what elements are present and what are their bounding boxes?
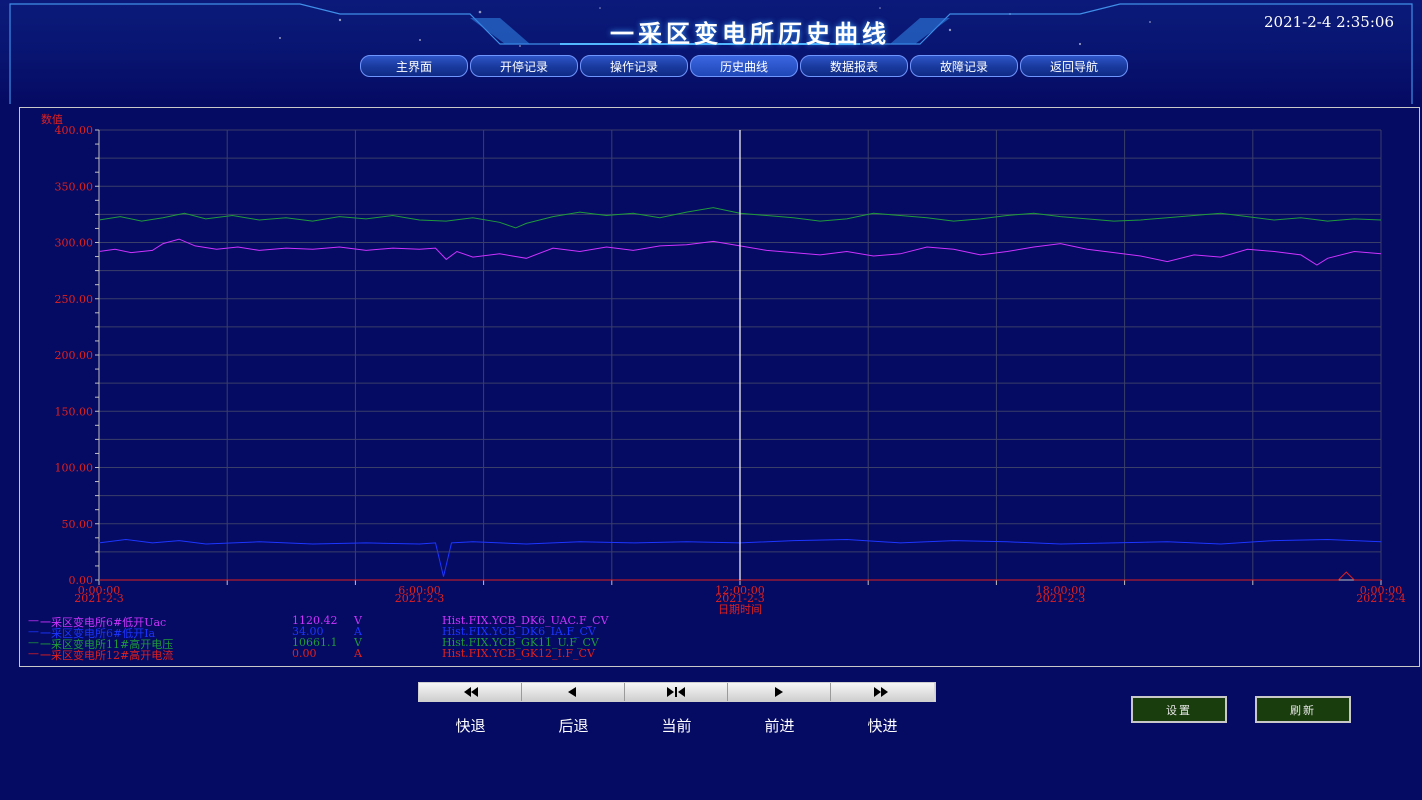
history-chart[interactable]: 400.00350.00300.00250.00200.00150.00100.…: [19, 107, 1420, 667]
legend-name: 一采区变电所12#高开电流: [40, 649, 174, 662]
legend-tag: Hist.FIX.YCB_GK12_I.F_CV: [442, 647, 595, 660]
playback-controls: [418, 682, 936, 702]
playback-label: 前进: [764, 717, 795, 735]
playback-label: 当前: [661, 717, 692, 735]
y-tick-label: 150.00: [55, 405, 94, 418]
playback-label: 快进: [867, 717, 898, 735]
page-title: 一采区变电所历史曲线: [610, 19, 890, 48]
nav-button-2[interactable]: 操作记录: [580, 55, 688, 77]
settings-button[interactable]: 设置: [1131, 696, 1227, 723]
x-tick-date: 2021-2-4: [1356, 592, 1405, 605]
y-tick-label: 50.00: [62, 518, 94, 531]
x-tick-date: 2021-2-3: [395, 592, 444, 605]
fast-forward-icon: [873, 687, 888, 697]
playback-button-1[interactable]: [522, 683, 625, 701]
legend-value: 0.00: [292, 647, 317, 660]
y-tick-label: 300.00: [55, 237, 94, 250]
playback-button-0[interactable]: [419, 683, 522, 701]
current-icon: [667, 687, 685, 697]
fast-rewind-icon: [464, 687, 478, 697]
nav-button-4[interactable]: 数据报表: [800, 55, 908, 77]
y-tick-label: 250.00: [55, 293, 94, 306]
playback-label: 快退: [455, 717, 486, 735]
nav-button-1[interactable]: 开停记录: [470, 55, 578, 77]
main-nav: 主界面 开停记录 操作记录 历史曲线 数据报表 故障记录 返回导航: [360, 55, 1128, 79]
y-axis-label: 数值: [41, 113, 63, 126]
legend-swatch: —: [28, 647, 39, 660]
nav-button-5[interactable]: 故障记录: [910, 55, 1018, 77]
playback-button-4[interactable]: [831, 683, 934, 701]
step-forward-icon: [775, 687, 783, 697]
current-datetime: 2021-2-4 2:35:06: [1264, 13, 1394, 31]
legend-unit: A: [354, 647, 362, 660]
playback-button-3[interactable]: [728, 683, 831, 701]
y-tick-label: 350.00: [55, 180, 94, 193]
step-back-icon: [568, 687, 576, 697]
y-tick-label: 100.00: [55, 462, 94, 475]
refresh-button[interactable]: 刷新: [1255, 696, 1351, 723]
x-axis-label: 日期时间: [718, 603, 762, 616]
nav-button-6[interactable]: 返回导航: [1020, 55, 1128, 77]
x-tick-date: 2021-2-3: [74, 592, 123, 605]
playback-label: 后退: [558, 717, 589, 735]
nav-button-3[interactable]: 历史曲线: [690, 55, 798, 77]
x-tick-date: 2021-2-3: [1036, 592, 1085, 605]
y-tick-label: 200.00: [55, 349, 94, 362]
header-bar: 一采区变电所历史曲线 2021-2-4 2:35:06 主界面 开停记录 操作记录历…: [0, 0, 1422, 104]
nav-button-0[interactable]: 主界面: [360, 55, 468, 77]
playback-button-2[interactable]: [625, 683, 728, 701]
